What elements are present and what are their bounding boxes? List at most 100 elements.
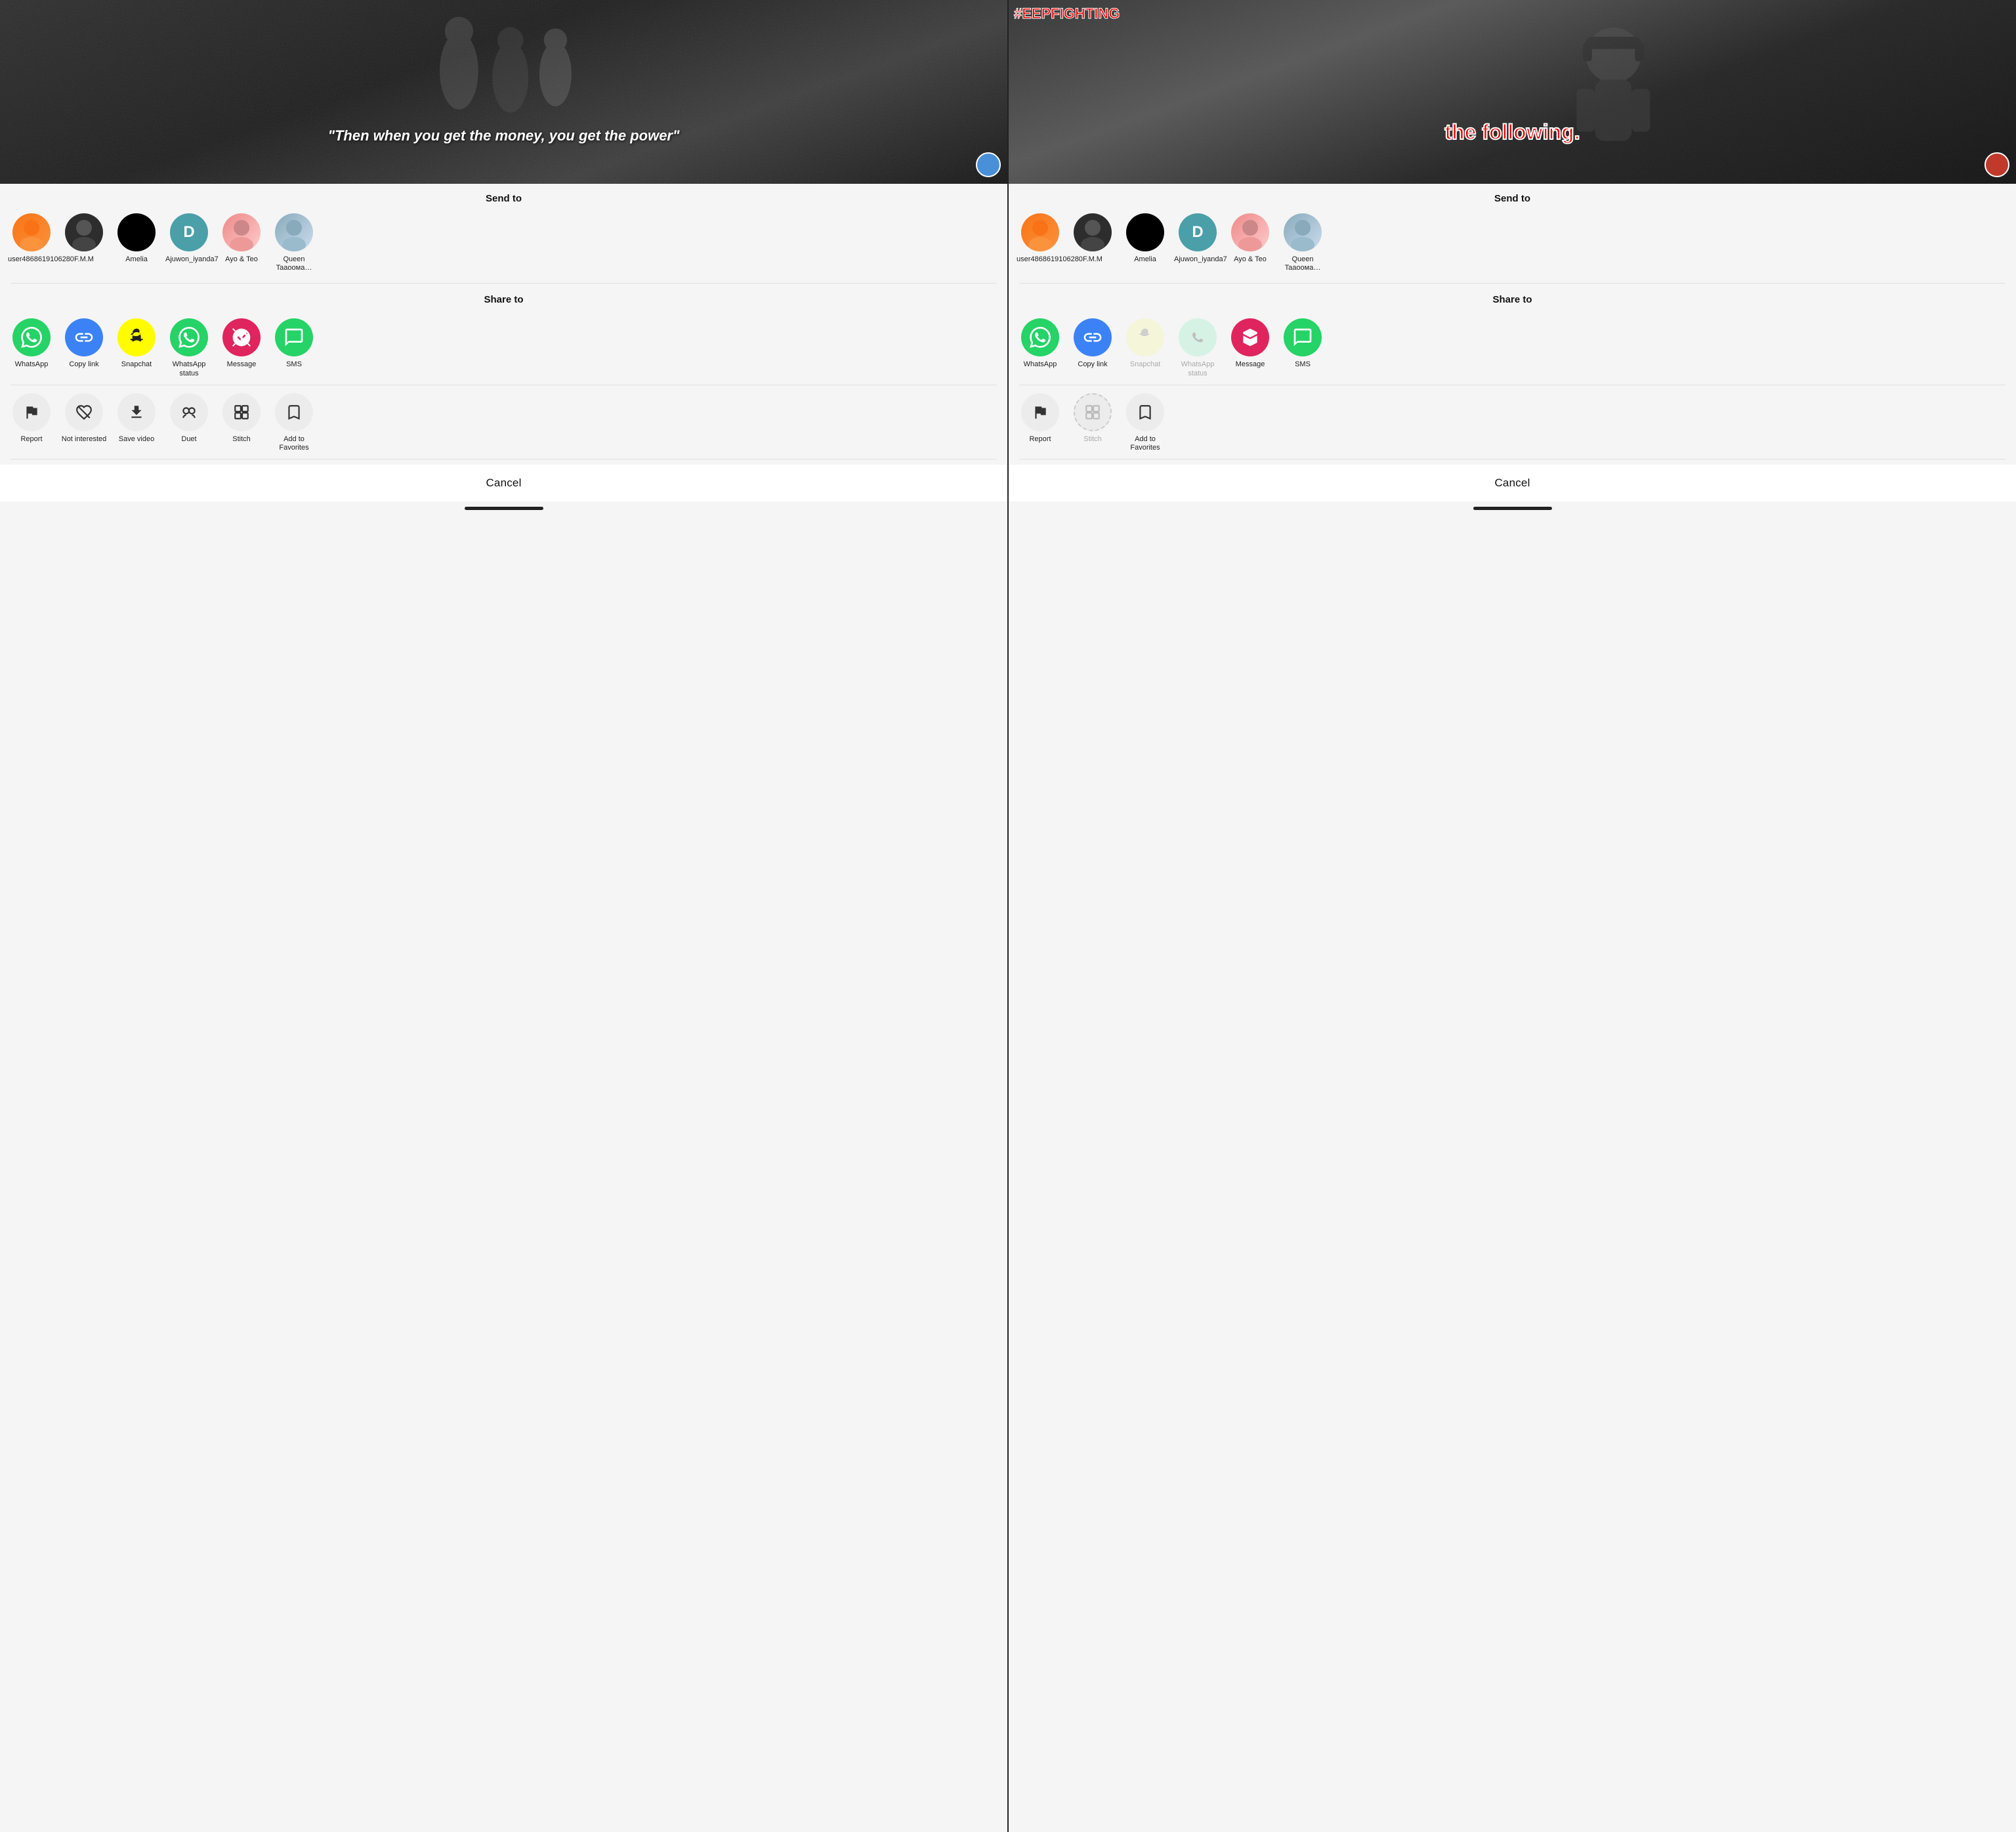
copylink-share-item[interactable]: Copy link: [1066, 316, 1119, 380]
send-to-title-right: Send to: [1009, 184, 2016, 211]
sms-share-item[interactable]: SMS: [268, 316, 320, 380]
stitch-label: Stitch: [232, 435, 251, 444]
cancel-button-right[interactable]: Cancel: [1009, 465, 2016, 501]
snapchat-icon: [117, 318, 156, 356]
report-label: Report: [20, 435, 42, 444]
sms-icon: [275, 318, 313, 356]
contact-name: F.M.M: [74, 255, 94, 264]
contact-item[interactable]: Queen Taaooма…: [268, 211, 320, 275]
contact-name: Amelia: [1134, 255, 1156, 264]
sms-share-item[interactable]: SMS: [1276, 316, 1329, 380]
not-interested-action-item[interactable]: Not interested: [58, 391, 110, 455]
contact-name: Queen Taaooма…: [1279, 255, 1326, 272]
contact-name: Ajuwon_iyanda7: [165, 255, 213, 264]
whatsapp-status-share-item-muted: WhatsApp status: [1171, 316, 1224, 380]
contact-item[interactable]: Amelia: [110, 211, 163, 275]
contact-item[interactable]: user4868619106280: [1014, 211, 1066, 275]
save-video-label: Save video: [119, 435, 154, 444]
duet-label: Duet: [181, 435, 196, 444]
contact-item[interactable]: Ayo & Teo: [215, 211, 268, 275]
contact-item[interactable]: user4868619106280: [5, 211, 58, 275]
contact-avatar: [1231, 213, 1269, 251]
save-video-icon: [117, 393, 156, 431]
report-icon: [12, 393, 51, 431]
contact-name: Ayo & Teo: [1234, 255, 1267, 264]
hashtag-text-right: #EEPFIGHTING: [1014, 5, 1120, 22]
snapchat-share-item[interactable]: Snapchat: [110, 316, 163, 380]
contact-name: user4868619106280: [1017, 255, 1064, 264]
whatsapp-label: WhatsApp: [15, 360, 49, 369]
contact-item[interactable]: F.M.M: [58, 211, 110, 275]
contact-avatar: [222, 213, 261, 251]
copylink-label: Copy link: [1078, 360, 1107, 369]
contact-item[interactable]: Amelia: [1119, 211, 1171, 275]
whatsapp-status-share-item[interactable]: WhatsApp status: [163, 316, 215, 380]
contact-avatar: [1074, 213, 1112, 251]
contact-item[interactable]: D Ajuwon_iyanda7: [1171, 211, 1224, 275]
duet-icon: [170, 393, 208, 431]
sms-label: SMS: [286, 360, 302, 369]
add-favorites-action-item[interactable]: Add to Favorites: [1119, 391, 1171, 455]
video-area-right: #EEPFIGHTING the following.: [1009, 0, 2016, 184]
share-to-title-right: Share to: [1009, 285, 2016, 312]
contact-name: F.M.M: [1083, 255, 1102, 264]
stitch-icon-muted: [1074, 393, 1112, 431]
message-label: Message: [1236, 360, 1265, 369]
contact-name: Ayo & Teo: [225, 255, 258, 264]
avatar-bottom-right-left: [976, 152, 1001, 177]
contact-item[interactable]: F.M.M: [1066, 211, 1119, 275]
message-icon: [222, 318, 261, 356]
right-panel: #EEPFIGHTING the following. Send to user…: [1007, 0, 2016, 1832]
contact-item[interactable]: D Ajuwon_iyanda7: [163, 211, 215, 275]
message-label: Message: [227, 360, 257, 369]
copylink-share-item[interactable]: Copy link: [58, 316, 110, 380]
contact-avatar: [275, 213, 313, 251]
share-sheet-left: Send to user4868619106280 F.M.M Amelia D: [0, 184, 1007, 1832]
stitch-label-muted: Stitch: [1083, 435, 1102, 444]
left-panel: "Then when you get the money, you get th…: [0, 0, 1007, 1832]
actions-row-left: Report Not interested Save video Duet: [0, 387, 1007, 458]
share-sheet-right: Send to user4868619106280 F.M.M Amelia D: [1009, 184, 2016, 1832]
snapchat-icon-muted: [1126, 318, 1164, 356]
add-favorites-label: Add to Favorites: [270, 435, 318, 452]
report-action-item[interactable]: Report: [5, 391, 58, 455]
contact-avatar: [65, 213, 103, 251]
report-action-item[interactable]: Report: [1014, 391, 1066, 455]
sms-icon: [1284, 318, 1322, 356]
duet-action-item[interactable]: Duet: [163, 391, 215, 455]
contact-name: Amelia: [125, 255, 148, 264]
contact-avatar: [1126, 213, 1164, 251]
whatsapp-icon: [12, 318, 51, 356]
contact-avatar: [12, 213, 51, 251]
whatsapp-status-icon: [170, 318, 208, 356]
contact-item[interactable]: Ayo & Teo: [1224, 211, 1276, 275]
contact-item[interactable]: Queen Taaooма…: [1276, 211, 1329, 275]
stitch-action-item[interactable]: Stitch: [215, 391, 268, 455]
contact-avatar: [1021, 213, 1059, 251]
report-icon: [1021, 393, 1059, 431]
contacts-row-left: user4868619106280 F.M.M Amelia D Ajuwon_…: [0, 211, 1007, 282]
add-favorites-icon: [1126, 393, 1164, 431]
home-bar-right: [1473, 507, 1552, 510]
message-share-item[interactable]: Message: [215, 316, 268, 380]
whatsapp-share-item[interactable]: WhatsApp: [1014, 316, 1066, 380]
share-to-title-left: Share to: [0, 285, 1007, 312]
add-favorites-action-item[interactable]: Add to Favorites: [268, 391, 320, 455]
share-row-left: WhatsApp Copy link Snapchat WhatsApp sta…: [0, 312, 1007, 383]
copylink-label: Copy link: [69, 360, 98, 369]
message-share-item[interactable]: Message: [1224, 316, 1276, 380]
stitch-action-item-muted: Stitch: [1066, 391, 1119, 455]
cancel-button-left[interactable]: Cancel: [0, 465, 1007, 501]
divider: [10, 283, 997, 284]
video-quote-left: "Then when you get the money, you get th…: [0, 114, 1007, 158]
message-icon: [1231, 318, 1269, 356]
whatsapp-share-item[interactable]: WhatsApp: [5, 316, 58, 380]
save-video-action-item[interactable]: Save video: [110, 391, 163, 455]
report-label: Report: [1029, 435, 1051, 444]
whatsapp-status-label-muted: WhatsApp status: [1174, 360, 1221, 377]
home-bar-left: [465, 507, 543, 510]
not-interested-icon: [65, 393, 103, 431]
snapchat-label: Snapchat: [121, 360, 152, 369]
whatsapp-status-icon-muted: [1179, 318, 1217, 356]
contact-avatar: [117, 213, 156, 251]
